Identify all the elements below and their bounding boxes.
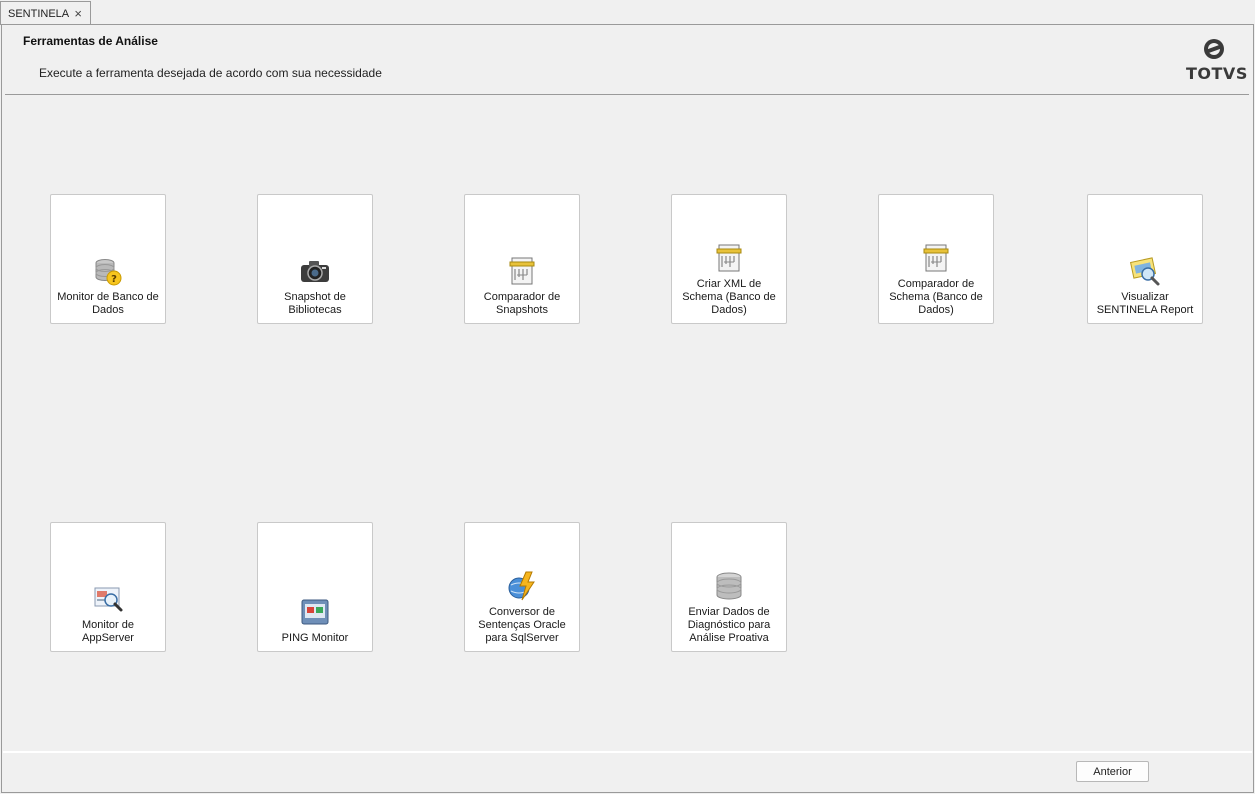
database-send-icon — [713, 570, 745, 602]
document-compare-icon — [506, 255, 538, 287]
tool-ping-monitor[interactable]: PING Monitor — [257, 522, 373, 652]
tab-bar: SENTINELA × — [0, 0, 1255, 25]
database-help-icon: ? — [92, 255, 124, 287]
tool-label: Criar XML de Schema (Banco de Dados) — [682, 278, 776, 316]
tool-label: Conversor de Sentenças Oracle para SqlSe… — [478, 606, 566, 644]
main-panel — [1, 24, 1254, 793]
totvs-logo-icon — [1204, 39, 1224, 59]
header-divider — [5, 94, 1249, 95]
tool-conversor-oracle-sqlserver[interactable]: Conversor de Sentenças Oracle para SqlSe… — [464, 522, 580, 652]
tool-label: Enviar Dados de Diagnóstico para Análise… — [687, 606, 771, 644]
back-button[interactable]: Anterior — [1076, 761, 1149, 782]
tool-visualizar-report[interactable]: Visualizar SENTINELA Report — [1087, 194, 1203, 324]
footer-divider — [3, 751, 1252, 753]
appserver-monitor-icon — [92, 583, 124, 615]
tab-label: SENTINELA — [8, 7, 70, 20]
tool-label: Comparador de Schema (Banco de Dados) — [889, 278, 983, 316]
tool-comparador-snapshots[interactable]: Comparador de Snapshots — [464, 194, 580, 324]
tool-enviar-diagnostico[interactable]: Enviar Dados de Diagnóstico para Análise… — [671, 522, 787, 652]
tool-label: Monitor de AppServer — [82, 619, 134, 644]
tool-comparador-schema[interactable]: Comparador de Schema (Banco de Dados) — [878, 194, 994, 324]
ping-monitor-icon — [299, 596, 331, 628]
tool-snapshot-bibliotecas[interactable]: Snapshot de Bibliotecas — [257, 194, 373, 324]
totvs-logo: TOTVS — [1186, 36, 1248, 86]
tool-label: Visualizar SENTINELA Report — [1096, 291, 1194, 316]
tool-label: Monitor de Banco de Dados — [57, 291, 159, 316]
xml-schema-icon — [713, 242, 745, 274]
tool-criar-xml-schema[interactable]: Criar XML de Schema (Banco de Dados) — [671, 194, 787, 324]
close-icon[interactable]: × — [74, 6, 82, 21]
tool-monitor-banco-dados[interactable]: ? Monitor de Banco de Dados — [50, 194, 166, 324]
logo-text: TOTVS — [1186, 64, 1248, 83]
converter-icon — [506, 570, 538, 602]
camera-icon — [299, 255, 331, 287]
tool-label: PING Monitor — [281, 632, 349, 644]
page-subtitle: Execute a ferramenta desejada de acordo … — [39, 66, 382, 80]
tab-sentinela[interactable]: SENTINELA × — [0, 1, 91, 25]
page-title: Ferramentas de Análise — [23, 34, 158, 48]
svg-text:?: ? — [111, 274, 117, 285]
schema-compare-icon — [920, 242, 952, 274]
report-view-icon — [1129, 255, 1161, 287]
tool-label: Snapshot de Bibliotecas — [284, 291, 346, 316]
tool-monitor-appserver[interactable]: Monitor de AppServer — [50, 522, 166, 652]
tool-label: Comparador de Snapshots — [483, 291, 561, 316]
